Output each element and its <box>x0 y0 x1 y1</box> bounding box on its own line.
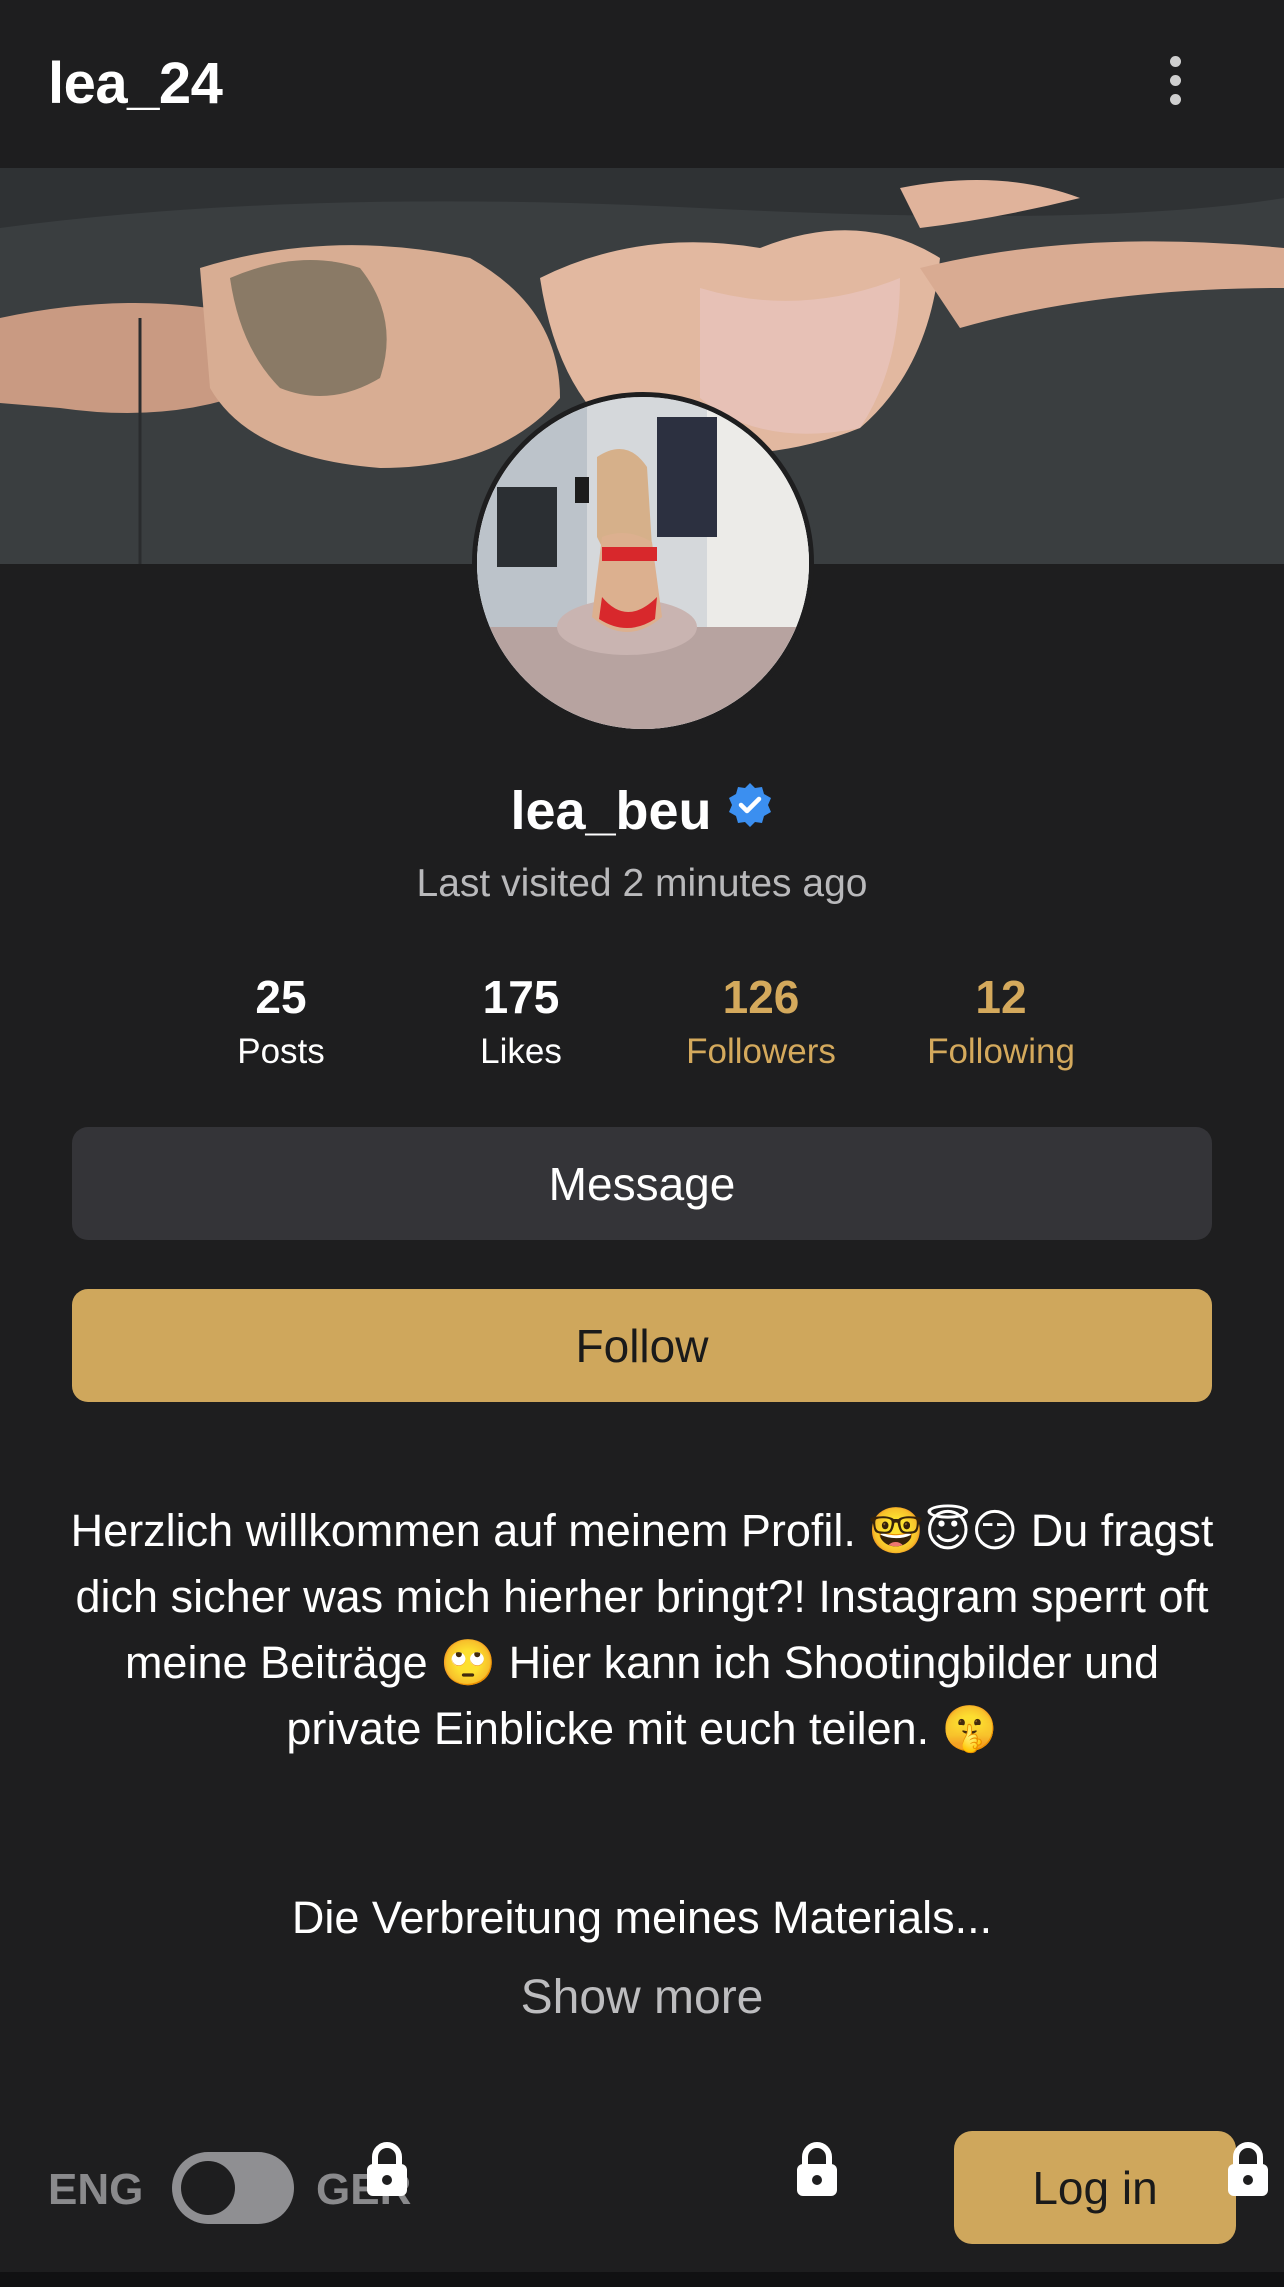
stat-label: Likes <box>480 1032 562 1071</box>
stat-label: Following <box>927 1032 1075 1071</box>
stat-value: 175 <box>482 971 560 1023</box>
language-eng-label: ENG <box>48 2165 144 2214</box>
stat-value: 25 <box>255 971 307 1023</box>
message-button[interactable]: Message <box>72 1127 1212 1240</box>
lock-icon <box>793 2140 841 2198</box>
stat-posts[interactable]: 25 Posts <box>161 970 401 1072</box>
verified-badge-icon <box>726 780 774 842</box>
bottom-edge <box>0 2272 1284 2287</box>
username: lea_beu <box>0 780 1284 842</box>
more-vertical-icon[interactable] <box>1160 56 1190 116</box>
stat-label: Posts <box>237 1032 325 1071</box>
stat-likes[interactable]: 175 Likes <box>401 970 641 1072</box>
show-more-link[interactable]: Show more <box>0 1970 1284 2025</box>
follow-button[interactable]: Follow <box>72 1289 1212 1402</box>
bio-text: Herzlich willkommen auf meinem Profil. 🤓… <box>70 1505 1214 1754</box>
username-text: lea_beu <box>510 781 712 841</box>
login-button[interactable]: Log in <box>954 2131 1236 2244</box>
avatar[interactable] <box>472 392 814 734</box>
lock-icon <box>363 2140 411 2198</box>
last-visited: Last visited 2 minutes ago <box>416 862 868 905</box>
lock-icon <box>1224 2140 1272 2198</box>
stat-following[interactable]: 12 Following <box>881 970 1121 1072</box>
bio-truncated-text: Die Verbreitung meines Materials... <box>291 1892 993 1943</box>
stat-label: Followers <box>686 1032 836 1071</box>
stat-value: 12 <box>975 971 1027 1023</box>
top-bar: lea_24 <box>0 0 1284 168</box>
page-title: lea_24 <box>48 51 223 116</box>
toggle-knob <box>181 2161 235 2215</box>
language-toggle[interactable] <box>172 2152 294 2224</box>
stat-value: 126 <box>722 971 800 1023</box>
stat-followers[interactable]: 126 Followers <box>641 970 881 1072</box>
